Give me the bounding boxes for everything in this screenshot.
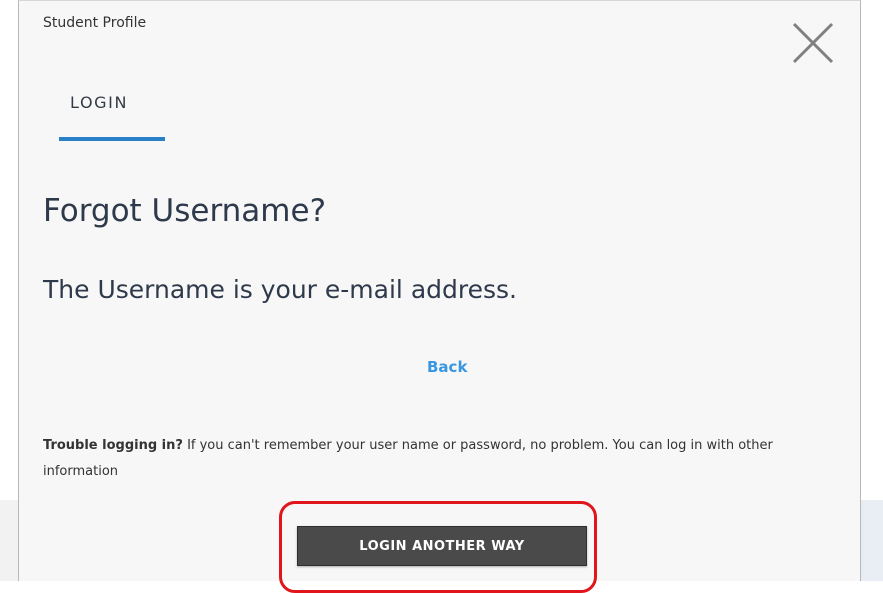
tab-login[interactable]: LOGIN xyxy=(59,79,165,141)
close-x-icon xyxy=(792,22,834,64)
trouble-logging-in-text: Trouble logging in? If you can't remembe… xyxy=(43,433,843,485)
student-profile-modal: Student Profile LOGIN Forgot Username? T… xyxy=(18,0,861,581)
modal-title: Student Profile xyxy=(43,15,147,31)
trouble-logging-in-label: Trouble logging in? xyxy=(43,438,183,453)
tab-login-label: LOGIN xyxy=(70,93,129,112)
username-info-message: The Username is your e-mail address. xyxy=(43,275,517,304)
active-tab-indicator xyxy=(59,137,165,141)
back-link[interactable]: Back xyxy=(427,358,467,376)
page-heading: Forgot Username? xyxy=(43,193,327,229)
login-another-way-button[interactable]: LOGIN ANOTHER WAY xyxy=(297,526,587,566)
close-button[interactable] xyxy=(791,21,835,65)
